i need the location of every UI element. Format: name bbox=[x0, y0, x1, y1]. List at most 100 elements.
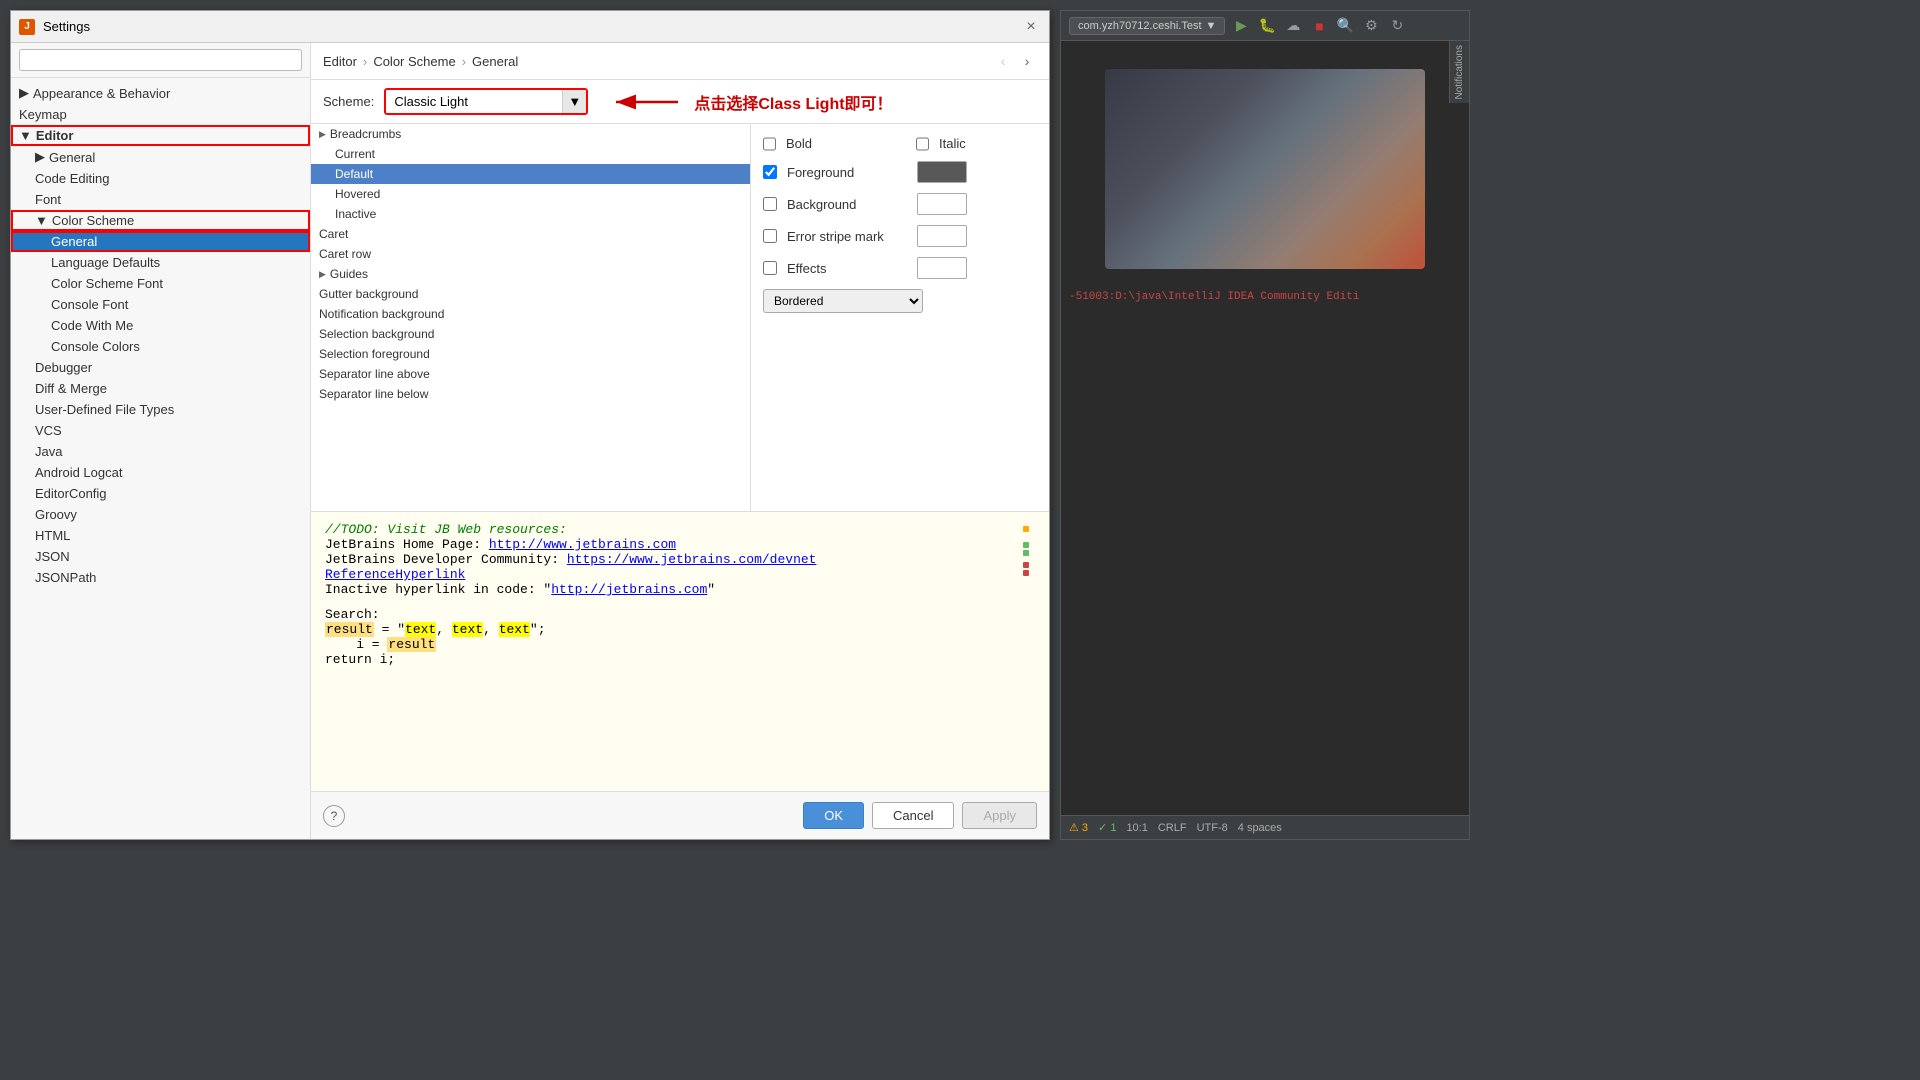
search-button[interactable]: 🔍 bbox=[1335, 16, 1355, 36]
warning-indicator: ⚠ 3 bbox=[1069, 821, 1088, 834]
sidebar-item-android-logcat[interactable]: Android Logcat bbox=[11, 462, 310, 483]
tree-item-breadcrumbs[interactable]: ▶ Breadcrumbs bbox=[311, 124, 750, 144]
background-checkbox[interactable] bbox=[763, 197, 777, 211]
close-button[interactable]: × bbox=[1021, 17, 1041, 37]
run-config-dropdown[interactable]: com.yzh70712.ceshi.Test ▼ bbox=[1069, 17, 1225, 35]
sidebar-item-font[interactable]: Font bbox=[11, 189, 310, 210]
run-button[interactable]: ▶ bbox=[1231, 16, 1251, 36]
sidebar-item-code-with-me[interactable]: Code With Me bbox=[11, 315, 310, 336]
effects-checkbox[interactable] bbox=[763, 261, 777, 275]
preview-link2[interactable]: https://www.jetbrains.com/devnet bbox=[567, 552, 817, 567]
tree-item-separator-above[interactable]: Separator line above bbox=[311, 364, 750, 384]
check-indicator: ✓ 1 bbox=[1098, 821, 1116, 834]
foreground-row: Foreground bbox=[763, 161, 1037, 183]
bold-checkbox[interactable] bbox=[763, 137, 776, 151]
search-input[interactable] bbox=[19, 49, 302, 71]
foreground-checkbox[interactable] bbox=[763, 165, 777, 179]
effects-label: Effects bbox=[787, 261, 907, 276]
sidebar-item-code-editing[interactable]: Code Editing bbox=[11, 168, 310, 189]
sidebar-item-console-font[interactable]: Console Font bbox=[11, 294, 310, 315]
stop-button[interactable]: ■ bbox=[1309, 16, 1329, 36]
background-row: Background bbox=[763, 193, 1037, 215]
notifications-label: Notifications bbox=[1454, 45, 1465, 99]
chevron-right-icon: ▶ bbox=[319, 269, 326, 280]
forward-button[interactable]: › bbox=[1017, 51, 1037, 71]
help-button[interactable]: ? bbox=[323, 805, 345, 827]
sidebar-item-label: Keymap bbox=[19, 107, 67, 122]
preview-link1[interactable]: http://www.jetbrains.com bbox=[489, 537, 676, 552]
background-color-swatch[interactable] bbox=[917, 193, 967, 215]
preview-link3[interactable]: ReferenceHyperlink bbox=[325, 567, 465, 582]
tree-item-default[interactable]: Default bbox=[311, 164, 750, 184]
sidebar-item-diff-merge[interactable]: Diff & Merge bbox=[11, 378, 310, 399]
preview-line2: JetBrains Home Page: http://www.jetbrain… bbox=[325, 537, 1017, 552]
preview-line3: JetBrains Developer Community: https://w… bbox=[325, 552, 1017, 567]
indent: 4 spaces bbox=[1238, 822, 1282, 834]
tree-item-caret-row[interactable]: Caret row bbox=[311, 244, 750, 264]
sidebar-item-json[interactable]: JSON bbox=[11, 546, 310, 567]
sidebar-item-color-scheme[interactable]: ▼ Color Scheme bbox=[11, 210, 310, 231]
error-marker2 bbox=[1023, 570, 1029, 576]
sidebar-item-general-sub[interactable]: General bbox=[11, 231, 310, 252]
cursor-position: 10:1 bbox=[1126, 822, 1147, 834]
preview-search: Search: result = "text, text, text"; i =… bbox=[325, 607, 1017, 667]
ok-marker2 bbox=[1023, 550, 1029, 556]
debug-button[interactable]: 🐛 bbox=[1257, 16, 1277, 36]
error-stripe-checkbox[interactable] bbox=[763, 229, 777, 243]
sidebar-item-java[interactable]: Java bbox=[11, 441, 310, 462]
sidebar-item-user-defined[interactable]: User-Defined File Types bbox=[11, 399, 310, 420]
sidebar-item-vcs[interactable]: VCS bbox=[11, 420, 310, 441]
effects-dropdown[interactable]: Bordered Underscored Bold underscored Un… bbox=[763, 289, 923, 313]
preview-link4[interactable]: http://jetbrains.com bbox=[551, 582, 707, 597]
error-stripe-color-swatch[interactable] bbox=[917, 225, 967, 247]
coverage-button[interactable]: ☁ bbox=[1283, 16, 1303, 36]
annotation-text: 点击选择Class Light即可！ bbox=[694, 90, 892, 114]
sidebar-item-general[interactable]: ▶ General bbox=[11, 146, 310, 168]
sidebar-item-language-defaults[interactable]: Language Defaults bbox=[11, 252, 310, 273]
tree-item-separator-below[interactable]: Separator line below bbox=[311, 384, 750, 404]
preview-text1: text bbox=[405, 622, 436, 637]
scheme-select[interactable]: Classic Light Darcula High contrast Inte… bbox=[386, 90, 586, 113]
sidebar-item-html[interactable]: HTML bbox=[11, 525, 310, 546]
main-split: ▶ Breadcrumbs Current Default Hovered In… bbox=[311, 124, 1049, 511]
settings-button[interactable]: ⚙ bbox=[1361, 16, 1381, 36]
tree-item-gutter-bg[interactable]: Gutter background bbox=[311, 284, 750, 304]
cancel-button[interactable]: Cancel bbox=[872, 802, 954, 829]
sidebar-list: ▶ Appearance & Behavior Keymap ▼ Editor … bbox=[11, 78, 310, 839]
sidebar-item-keymap[interactable]: Keymap bbox=[11, 104, 310, 125]
sidebar-item-console-colors[interactable]: Console Colors bbox=[11, 336, 310, 357]
nav-arrows: ‹ › bbox=[993, 51, 1037, 71]
back-button[interactable]: ‹ bbox=[993, 51, 1013, 71]
sidebar-item-color-scheme-font[interactable]: Color Scheme Font bbox=[11, 273, 310, 294]
sidebar-item-editor[interactable]: ▼ Editor bbox=[11, 125, 310, 146]
sidebar-item-editor-config[interactable]: EditorConfig bbox=[11, 483, 310, 504]
tree-item-notification-bg[interactable]: Notification background bbox=[311, 304, 750, 324]
effects-color-swatch[interactable] bbox=[917, 257, 967, 279]
update-button[interactable]: ↻ bbox=[1387, 16, 1407, 36]
chevron-right-icon: ▶ bbox=[19, 85, 29, 101]
window-title: Settings bbox=[43, 19, 90, 34]
preview-todo-line: //TODO: Visit JB Web resources: bbox=[325, 522, 1017, 537]
tree-item-inactive[interactable]: Inactive bbox=[311, 204, 750, 224]
tree-item-current[interactable]: Current bbox=[311, 144, 750, 164]
sidebar-item-debugger[interactable]: Debugger bbox=[11, 357, 310, 378]
preview-panel: //TODO: Visit JB Web resources: JetBrain… bbox=[311, 511, 1049, 791]
tree-item-caret[interactable]: Caret bbox=[311, 224, 750, 244]
bold-italic-row: Bold Italic bbox=[763, 136, 1037, 151]
title-bar: J Settings × bbox=[11, 11, 1049, 43]
ok-button[interactable]: OK bbox=[803, 802, 864, 829]
sidebar-item-groovy[interactable]: Groovy bbox=[11, 504, 310, 525]
tree-item-hovered[interactable]: Hovered bbox=[311, 184, 750, 204]
encoding: UTF-8 bbox=[1197, 822, 1228, 834]
ide-code-preview: -51003:D:\java\IntelliJ IDEA Community E… bbox=[1069, 289, 1461, 306]
ide-blurred-content bbox=[1105, 69, 1425, 269]
tree-item-selection-fg[interactable]: Selection foreground bbox=[311, 344, 750, 364]
italic-checkbox[interactable] bbox=[916, 137, 929, 151]
sidebar-item-jsonpath[interactable]: JSONPath bbox=[11, 567, 310, 588]
tree-item-guides[interactable]: ▶ Guides bbox=[311, 264, 750, 284]
foreground-color-swatch[interactable] bbox=[917, 161, 967, 183]
apply-button[interactable]: Apply bbox=[962, 802, 1037, 829]
tree-item-selection-bg[interactable]: Selection background bbox=[311, 324, 750, 344]
sidebar-item-appearance[interactable]: ▶ Appearance & Behavior bbox=[11, 82, 310, 104]
ide-status-bar: ⚠ 3 ✓ 1 10:1 CRLF UTF-8 4 spaces bbox=[1061, 815, 1469, 839]
